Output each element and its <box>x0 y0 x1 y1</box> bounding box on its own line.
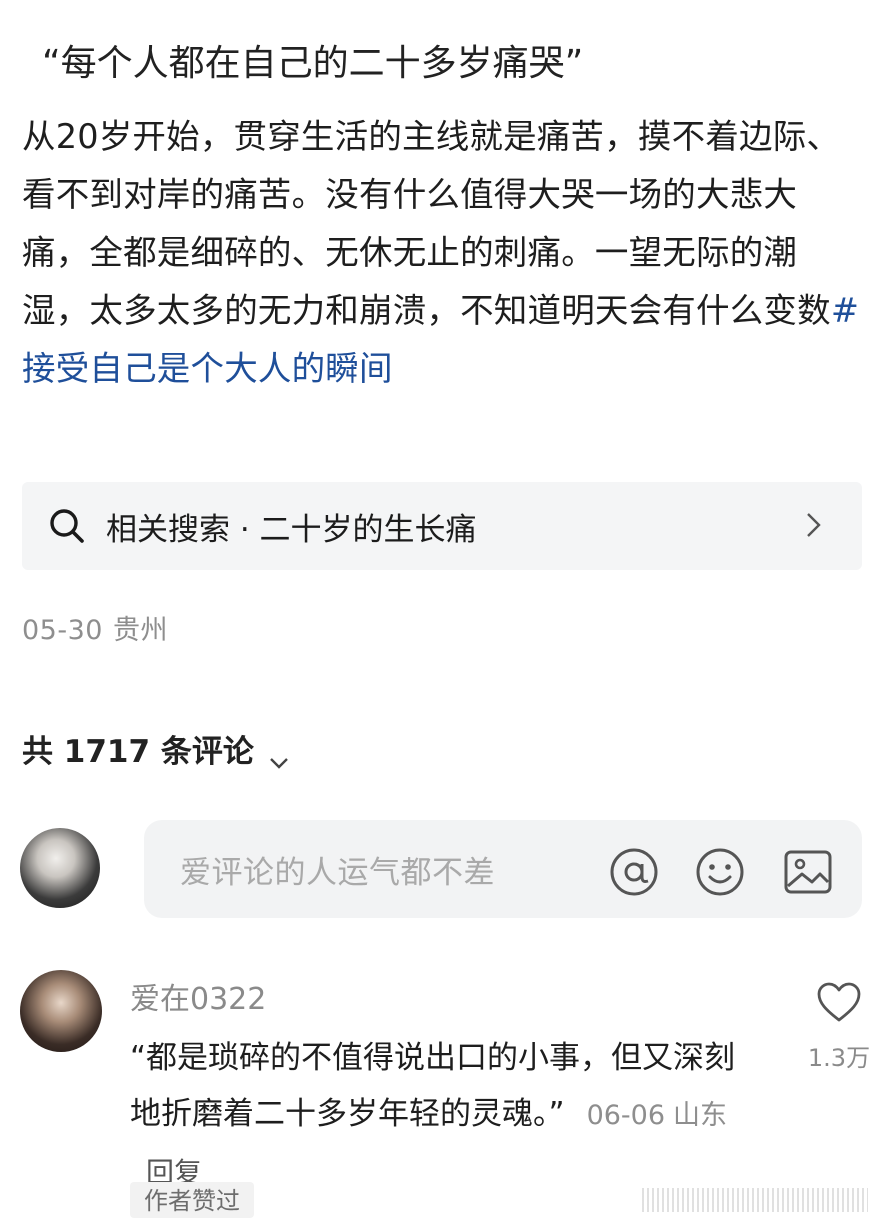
post-body: 从20岁开始，贯穿生活的主线就是痛苦，摸不着边际、看不到对岸的痛苦。没有什么值得… <box>22 108 864 398</box>
author-liked-badge: 作者赞过 <box>130 1182 254 1218</box>
chevron-right-icon <box>804 510 824 540</box>
comment-text: “都是琐碎的不值得说出口的小事，但又深刻地折磨着二十多岁年轻的灵魂。” 06-06… <box>130 1030 750 1201</box>
post-meta: 05-30 贵州 <box>22 608 168 647</box>
comment-meta: 06-06 山东 <box>587 1100 727 1131</box>
related-search-label: 相关搜索 · 二十岁的生长痛 <box>106 511 477 548</box>
comments-count-toggle[interactable]: 共 1717 条评论 <box>22 726 290 771</box>
comment-location: 山东 <box>673 1100 728 1131</box>
current-user-avatar[interactable] <box>20 828 100 908</box>
heart-icon <box>817 982 861 1022</box>
comments-count: 共 1717 条评论 <box>22 734 254 770</box>
post-date: 05-30 <box>22 615 103 646</box>
image-icon[interactable] <box>782 846 834 898</box>
commenter-avatar[interactable] <box>20 970 102 1052</box>
post-title: “每个人都在自己的二十多岁痛哭” <box>42 43 584 84</box>
comment-username[interactable]: 爱在0322 <box>130 974 266 1018</box>
watermark <box>642 1188 868 1212</box>
comment-input-placeholder: 爱评论的人运气都不差 <box>180 855 495 891</box>
at-icon[interactable] <box>608 846 660 898</box>
search-icon <box>48 506 88 546</box>
post-location: 贵州 <box>112 615 168 646</box>
like-button[interactable]: 1.3万 <box>806 982 872 1073</box>
post-body-text: 从20岁开始，贯穿生活的主线就是痛苦，摸不着边际、看不到对岸的痛苦。没有什么值得… <box>22 117 841 330</box>
comment-date: 06-06 <box>586 1100 666 1131</box>
comment-input[interactable]: 爱评论的人运气都不差 <box>144 820 862 918</box>
related-search-bar[interactable]: 相关搜索 · 二十岁的生长痛 <box>22 482 862 570</box>
emoji-icon[interactable] <box>694 846 746 898</box>
like-count: 1.3万 <box>807 1044 871 1072</box>
chevron-down-icon <box>268 742 290 769</box>
